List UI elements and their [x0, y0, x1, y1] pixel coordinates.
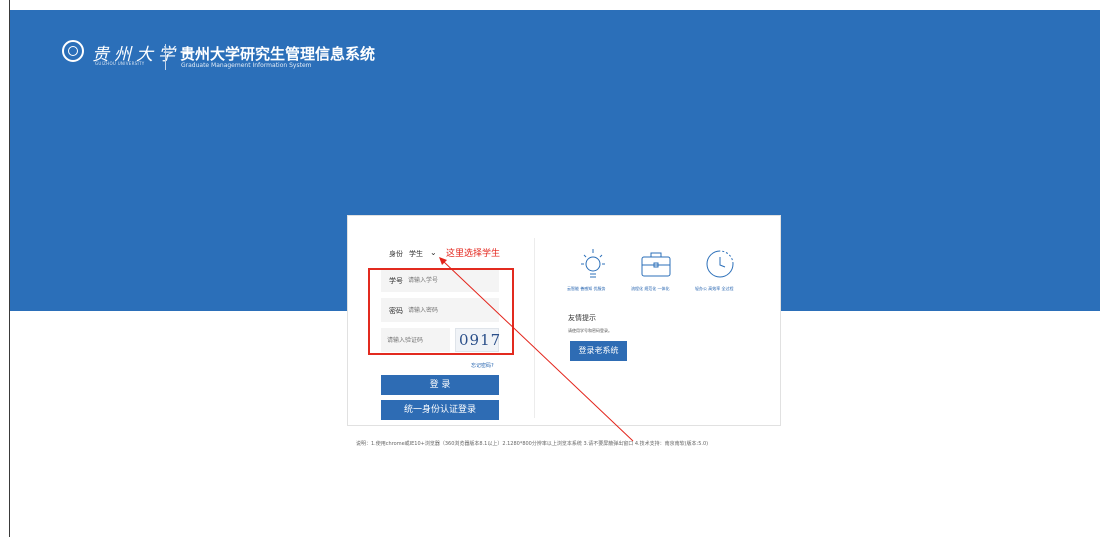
left-edge: [0, 0, 10, 537]
right-edge: [1101, 0, 1110, 537]
identity-label: 身份: [389, 250, 403, 258]
feature-label: 流程化 规范化 一体化: [631, 286, 670, 291]
forgot-password-link[interactable]: 忘记密码?: [471, 362, 494, 369]
feature-label: 轻办公 高效率 全过程: [695, 286, 734, 291]
chevron-down-icon[interactable]: ⌄: [430, 248, 437, 257]
system-title: 贵州大学研究生管理信息系统: [180, 45, 376, 63]
footer-note: 说明：1.使用chrome或IE10+浏览器（360浏览器版本8.1以上）2.1…: [356, 441, 709, 447]
briefcase-icon: [641, 252, 671, 277]
annotation-highlight-box: [368, 268, 514, 355]
university-logo-en: GUIZHOU UNIVERSITY: [95, 61, 145, 66]
tips-text: 请使用学号和密码登录。: [568, 328, 612, 333]
system-subtitle: Graduate Management Information System: [181, 62, 312, 69]
old-system-login-button[interactable]: 登录老系统: [570, 341, 627, 361]
sso-login-button[interactable]: 统一身份认证登录: [381, 400, 499, 420]
clock-icon: [706, 250, 734, 278]
university-emblem-icon: [62, 40, 84, 62]
feature-label: 云智能 善感知 优服务: [567, 286, 606, 291]
login-button[interactable]: 登 录: [381, 375, 499, 395]
annotation-text: 这里选择学生: [446, 249, 501, 259]
card-divider: [534, 238, 535, 418]
lightbulb-icon: [581, 249, 605, 278]
logo-separator: [165, 44, 166, 70]
tips-title: 友情提示: [568, 314, 596, 322]
identity-select[interactable]: 学生: [409, 249, 423, 259]
